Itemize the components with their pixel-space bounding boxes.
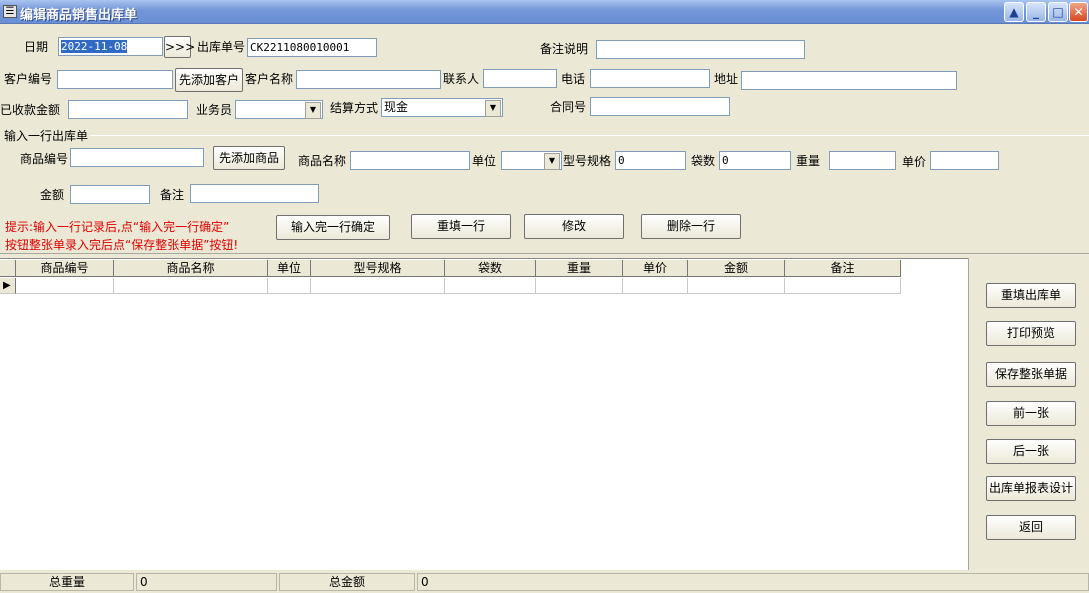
customer-name-field[interactable]	[296, 70, 441, 89]
table-cell[interactable]	[536, 278, 623, 294]
contract-field[interactable]	[590, 97, 730, 116]
phone-label: 电话	[561, 72, 586, 86]
refill-order-button[interactable]: 重填出库单	[986, 283, 1076, 308]
confirm-line-button[interactable]: 输入完一行确定	[276, 215, 390, 240]
col-header-spec[interactable]: 型号规格	[311, 260, 445, 277]
unit-label: 单位	[472, 154, 497, 168]
prev-button[interactable]: 前一张	[986, 401, 1076, 426]
remark-field[interactable]	[596, 40, 805, 59]
settle-label: 结算方式	[330, 101, 379, 115]
table-cell[interactable]	[445, 278, 536, 294]
date-value: 2022-11-08	[61, 40, 128, 53]
spec-label: 型号规格	[563, 154, 612, 168]
total-weight-label: 总重量	[0, 573, 134, 591]
col-header-product-no[interactable]: 商品编号	[16, 260, 114, 277]
date-picker-button[interactable]: >>>	[164, 36, 195, 58]
minimize-icon[interactable]: _	[1026, 2, 1046, 22]
settle-value: 现金	[384, 100, 409, 114]
unit-select[interactable]: ▼	[501, 151, 562, 170]
grid-corner	[0, 260, 16, 277]
order-no-field[interactable]: CK2211080010001	[247, 38, 377, 57]
col-header-note[interactable]: 备注	[785, 260, 901, 277]
note-label: 备注	[160, 188, 185, 202]
col-header-weight[interactable]: 重量	[536, 260, 623, 277]
col-header-amount[interactable]: 金额	[688, 260, 785, 277]
address-label: 地址	[714, 72, 739, 86]
customer-name-label: 客户名称	[245, 72, 294, 86]
product-no-label: 商品编号	[20, 152, 69, 166]
col-header-price[interactable]: 单价	[623, 260, 688, 277]
report-design-button[interactable]: 出库单报表设计	[986, 476, 1076, 501]
contact-label: 联系人	[443, 72, 480, 86]
table-cell[interactable]	[268, 278, 311, 294]
total-amount-value: 0	[417, 573, 1089, 591]
amount-field[interactable]	[70, 185, 150, 204]
total-weight-value: 0	[136, 573, 277, 591]
order-no-label: 出库单号	[197, 40, 246, 54]
table-cell[interactable]	[311, 278, 445, 294]
bags-field[interactable]: 0	[719, 151, 791, 170]
section-divider	[0, 253, 1089, 254]
date-field[interactable]: 2022-11-08	[58, 37, 163, 56]
col-header-product-name[interactable]: 商品名称	[114, 260, 268, 277]
received-field[interactable]	[68, 100, 188, 119]
total-amount-label: 总金额	[279, 573, 415, 591]
hint-text-1: 提示:输入一行记录后,点“输入完一行确定”	[5, 220, 230, 234]
add-product-button[interactable]: 先添加商品	[213, 146, 285, 170]
table-cell[interactable]	[623, 278, 688, 294]
salesman-label: 业务员	[196, 103, 233, 117]
col-header-bags[interactable]: 袋数	[445, 260, 536, 277]
hint-text-2: 按钮整张单录入完后点“保存整张单据”按钮!	[5, 238, 239, 252]
address-field[interactable]	[741, 71, 957, 90]
print-preview-button[interactable]: 打印预览	[986, 321, 1076, 346]
price-field[interactable]	[930, 151, 999, 170]
next-button[interactable]: 后一张	[986, 439, 1076, 464]
settle-select[interactable]: 现金 ▼	[381, 98, 503, 117]
table-cell[interactable]	[114, 278, 268, 294]
refill-line-button[interactable]: 重填一行	[411, 214, 511, 239]
group-divider	[32, 135, 1089, 136]
remark-label: 备注说明	[540, 42, 589, 56]
window-title: 编辑商品销售出库单	[20, 8, 138, 23]
back-button[interactable]: 返回	[986, 515, 1076, 540]
title-bar	[0, 0, 1089, 24]
contact-field[interactable]	[483, 69, 557, 88]
amount-label: 金额	[40, 188, 65, 202]
product-no-field[interactable]	[70, 148, 204, 167]
weight-label: 重量	[796, 154, 821, 168]
note-field[interactable]	[190, 184, 319, 203]
maximize-icon[interactable]: □	[1048, 2, 1068, 22]
customer-no-field[interactable]	[57, 70, 173, 89]
bags-label: 袋数	[691, 154, 716, 168]
price-label: 单价	[902, 155, 927, 169]
row-indicator-icon[interactable]: ▶	[0, 278, 16, 294]
dropdown-arrow-icon[interactable]: ▼	[305, 102, 321, 119]
line-entry-group-label: 输入一行出库单	[4, 127, 91, 145]
delete-line-button[interactable]: 删除一行	[641, 214, 741, 239]
table-cell[interactable]	[785, 278, 901, 294]
col-header-unit[interactable]: 单位	[268, 260, 311, 277]
restore-icon[interactable]: ▲	[1004, 2, 1024, 22]
window-menu-icon[interactable]: ☰	[3, 5, 17, 18]
dropdown-arrow-icon[interactable]: ▼	[544, 153, 560, 170]
edit-line-button[interactable]: 修改	[524, 214, 624, 239]
date-label: 日期	[24, 40, 49, 54]
received-label: 已收款金额	[0, 103, 61, 117]
contract-label: 合同号	[550, 100, 587, 114]
weight-field[interactable]	[829, 151, 896, 170]
items-grid[interactable]: 商品编号 商品名称 单位 型号规格 袋数 重量 单价 金额 备注 ▶	[0, 258, 968, 570]
table-cell[interactable]	[16, 278, 114, 294]
salesman-select[interactable]: ▼	[235, 100, 323, 119]
add-customer-button[interactable]: 先添加客户	[175, 68, 243, 92]
customer-no-label: 客户编号	[4, 72, 53, 86]
product-name-field[interactable]	[350, 151, 470, 170]
dropdown-arrow-icon[interactable]: ▼	[485, 100, 501, 117]
phone-field[interactable]	[590, 69, 710, 88]
table-cell[interactable]	[688, 278, 785, 294]
spec-field[interactable]: 0	[615, 151, 686, 170]
save-order-button[interactable]: 保存整张单据	[986, 362, 1076, 387]
close-icon[interactable]: ✕	[1069, 2, 1088, 22]
product-name-label: 商品名称	[298, 154, 347, 168]
